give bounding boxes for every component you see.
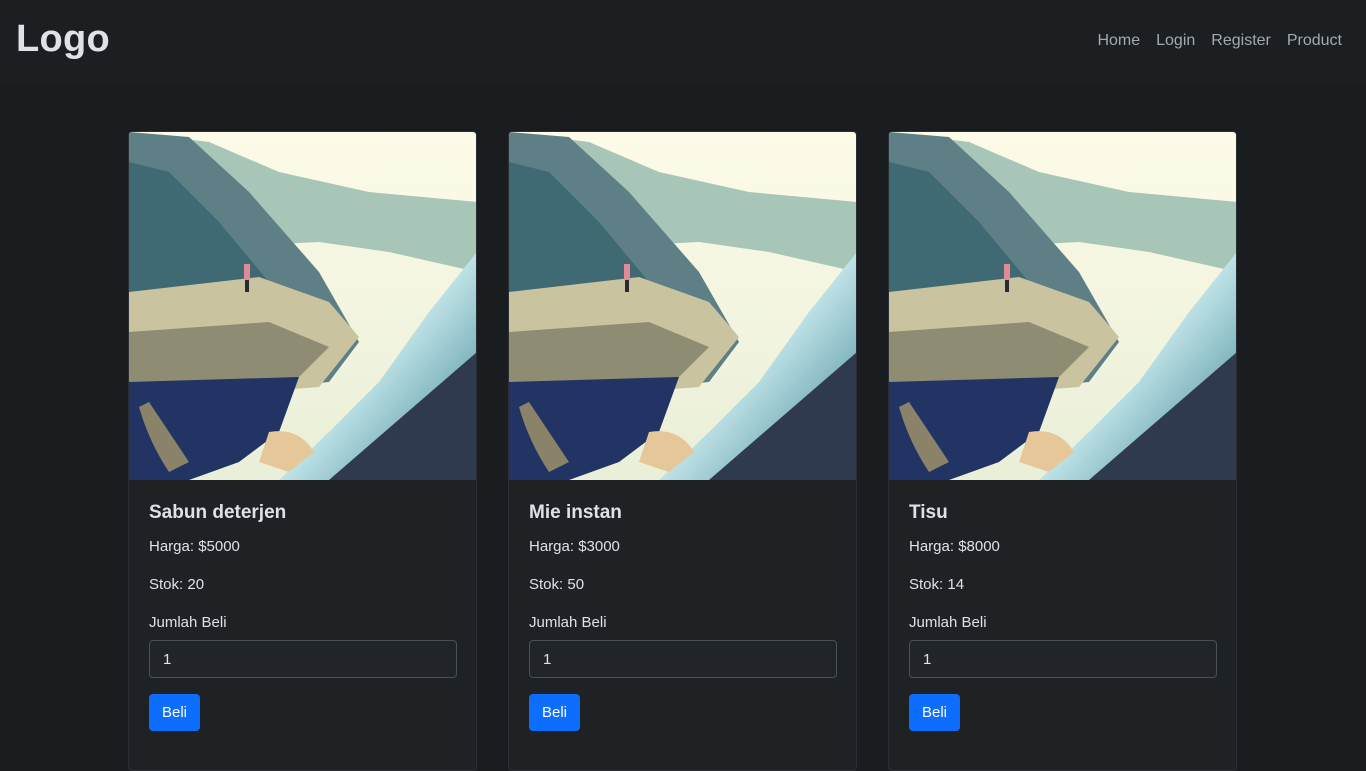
buy-button[interactable]: Beli (529, 694, 581, 731)
product-stock: Stok: 50 (529, 576, 585, 593)
brand-logo[interactable]: Logo (16, 18, 110, 61)
buy-button[interactable]: Beli (909, 694, 961, 731)
card-body: Sabun deterjen Harga: $5000 Stok: 20 Jum… (129, 480, 476, 753)
quantity-label: Jumlah Beli (529, 614, 607, 631)
product-card: Tisu Harga: $8000 Stok: 14 Jumlah Beli B… (888, 131, 1237, 771)
quantity-input[interactable] (909, 640, 1217, 678)
nav-links: Home Login Register Product (1097, 32, 1342, 50)
navbar: Logo Home Login Register Product (0, 0, 1366, 82)
product-stock: Stok: 20 (149, 576, 205, 593)
quantity-input[interactable] (529, 640, 837, 678)
product-name: Sabun deterjen (149, 502, 287, 523)
card-body: Tisu Harga: $8000 Stok: 14 Jumlah Beli B… (889, 480, 1236, 753)
product-image (129, 132, 476, 480)
product-price: Harga: $5000 (149, 538, 240, 555)
buy-button[interactable]: Beli (149, 694, 201, 731)
nav-link-home[interactable]: Home (1097, 32, 1140, 50)
nav-link-register[interactable]: Register (1211, 32, 1271, 50)
product-name: Mie instan (529, 502, 622, 523)
product-card: Sabun deterjen Harga: $5000 Stok: 20 Jum… (128, 131, 477, 771)
quantity-input[interactable] (149, 640, 457, 678)
quantity-label: Jumlah Beli (909, 614, 987, 631)
product-grid: Sabun deterjen Harga: $5000 Stok: 20 Jum… (128, 131, 1237, 771)
nav-link-product[interactable]: Product (1287, 32, 1342, 50)
card-body: Mie instan Harga: $3000 Stok: 50 Jumlah … (509, 480, 856, 753)
product-image (509, 132, 856, 480)
product-name: Tisu (909, 502, 948, 523)
product-stock: Stok: 14 (909, 576, 965, 593)
nav-link-login[interactable]: Login (1156, 32, 1195, 50)
product-price: Harga: $3000 (529, 538, 620, 555)
product-price: Harga: $8000 (909, 538, 1000, 555)
product-card: Mie instan Harga: $3000 Stok: 50 Jumlah … (508, 131, 857, 771)
quantity-label: Jumlah Beli (149, 614, 227, 631)
product-image (889, 132, 1236, 480)
